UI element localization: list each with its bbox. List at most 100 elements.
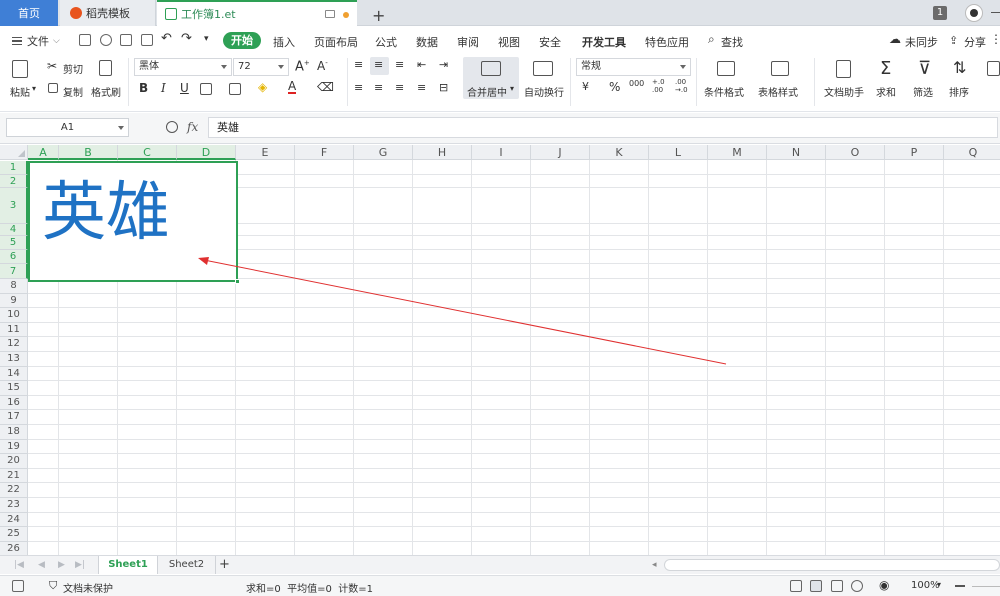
add-sheet-button[interactable]: +: [219, 557, 230, 573]
first-sheet-icon[interactable]: |◀: [14, 560, 24, 570]
row-header-26[interactable]: 26: [0, 541, 28, 555]
indent-decrease-icon[interactable]: ⇤: [417, 58, 426, 71]
sync-status[interactable]: 未同步: [905, 34, 938, 50]
column-header-e[interactable]: E: [236, 145, 295, 160]
increase-font-icon[interactable]: A+: [295, 59, 310, 74]
spreadsheet-grid[interactable]: ABCDEFGHIJKLMNOPQ 1 2 3 4 5 6 7 8 9 10 11 12 13 14 15 1…: [0, 145, 1000, 555]
tab-formulas[interactable]: 公式: [375, 34, 397, 50]
column-header-n[interactable]: N: [767, 145, 826, 160]
copy-button[interactable]: 复制: [63, 84, 83, 99]
tab-data[interactable]: 数据: [416, 34, 438, 50]
row-header-16[interactable]: 16: [0, 395, 28, 411]
redo-icon[interactable]: ↷: [181, 31, 192, 46]
column-header-g[interactable]: G: [354, 145, 413, 160]
row-header-19[interactable]: 19: [0, 439, 28, 455]
next-sheet-icon[interactable]: ▶: [58, 560, 65, 570]
merged-cell-a1-d7[interactable]: 英雄: [28, 161, 240, 284]
formula-input[interactable]: 英雄: [208, 117, 998, 138]
tab-template[interactable]: 稻壳模板: [60, 0, 156, 26]
font-name-select[interactable]: 黑体: [134, 58, 232, 76]
search-icon[interactable]: ⌕: [708, 32, 715, 47]
row-header-6[interactable]: 6: [0, 250, 28, 264]
row-header-2[interactable]: 2: [0, 175, 28, 188]
column-header-a[interactable]: A: [28, 145, 59, 160]
row-header-7[interactable]: 7: [0, 264, 28, 279]
cut-button[interactable]: 剪切: [63, 61, 83, 76]
align-left-icon[interactable]: ≡: [354, 81, 363, 94]
format-painter-button[interactable]: 格式刷: [91, 84, 121, 99]
cell-style-icon[interactable]: [229, 83, 241, 95]
merge-dropdown-icon[interactable]: ▾: [510, 84, 514, 93]
monitor-icon[interactable]: [325, 10, 335, 18]
paste-dropdown-icon[interactable]: ▾: [32, 84, 36, 93]
row-header-12[interactable]: 12: [0, 337, 28, 352]
page-break-view-icon[interactable]: [831, 580, 843, 592]
column-header-i[interactable]: I: [472, 145, 531, 160]
format-icon[interactable]: [987, 61, 1000, 76]
more-icon[interactable]: ⋮: [990, 32, 1000, 46]
print-icon[interactable]: [120, 34, 132, 46]
thousands-icon[interactable]: 000: [629, 79, 644, 88]
zoom-level[interactable]: 100%: [911, 580, 940, 591]
filter-button[interactable]: 筛选: [913, 84, 933, 99]
zoom-dropdown-icon[interactable]: ▾: [937, 580, 941, 589]
column-header-f[interactable]: F: [295, 145, 354, 160]
paste-button[interactable]: 粘贴: [10, 84, 30, 99]
tab-page-layout[interactable]: 页面布局: [314, 34, 358, 50]
decrease-decimal-icon[interactable]: .00 →.0: [675, 78, 688, 94]
number-format-select[interactable]: 常规: [576, 58, 691, 76]
tab-view[interactable]: 视图: [498, 34, 520, 50]
row-header-23[interactable]: 23: [0, 498, 28, 513]
tab-start[interactable]: 开始: [223, 32, 261, 49]
search-label[interactable]: 查找: [721, 34, 743, 50]
row-header-9[interactable]: 9: [0, 293, 28, 309]
align-top-icon[interactable]: ≡: [354, 58, 363, 71]
column-header-o[interactable]: O: [826, 145, 885, 160]
minimize-icon[interactable]: [991, 12, 1000, 13]
align-bottom-icon[interactable]: ≡: [395, 58, 404, 71]
export-icon[interactable]: [100, 34, 112, 46]
quick-access-dropdown-icon[interactable]: ▾: [204, 34, 209, 44]
tab-insert[interactable]: 插入: [273, 34, 295, 50]
fill-color-icon[interactable]: ◈: [258, 80, 267, 94]
tab-developer[interactable]: 开发工具: [582, 34, 626, 50]
tab-home[interactable]: 首页: [0, 0, 58, 26]
sheet-view-icon[interactable]: [12, 580, 24, 592]
row-header-10[interactable]: 10: [0, 308, 28, 323]
column-header-k[interactable]: K: [590, 145, 649, 160]
last-sheet-icon[interactable]: ▶|: [75, 560, 85, 570]
fullscreen-icon[interactable]: [790, 580, 802, 592]
column-header-p[interactable]: P: [885, 145, 944, 160]
column-header-q[interactable]: Q: [944, 145, 1000, 160]
row-header-18[interactable]: 18: [0, 425, 28, 440]
zoom-out-icon[interactable]: [955, 585, 965, 587]
column-header-l[interactable]: L: [649, 145, 708, 160]
decrease-font-icon[interactable]: A-: [317, 59, 328, 73]
magnifier-icon[interactable]: [166, 121, 178, 133]
row-header-17[interactable]: 17: [0, 410, 28, 425]
tab-special-apps[interactable]: 特色应用: [645, 34, 689, 50]
row-header-15[interactable]: 15: [0, 381, 28, 396]
percent-icon[interactable]: %: [609, 80, 620, 94]
align-center-icon[interactable]: ≡: [374, 81, 383, 94]
fill-handle[interactable]: [235, 279, 240, 284]
column-header-m[interactable]: M: [708, 145, 767, 160]
row-header-21[interactable]: 21: [0, 468, 28, 484]
clear-format-icon[interactable]: ⌫: [317, 80, 334, 94]
file-menu[interactable]: 文件 ⌵: [12, 33, 60, 49]
undo-icon[interactable]: ↶: [161, 31, 172, 46]
column-header-c[interactable]: C: [118, 145, 177, 160]
window-count-badge[interactable]: 1: [933, 6, 947, 20]
column-header-j[interactable]: J: [531, 145, 590, 160]
sort-button[interactable]: 排序: [949, 84, 969, 99]
row-header-4[interactable]: 4: [0, 224, 28, 236]
indent-increase-icon[interactable]: ⇥: [439, 58, 448, 71]
row-header-3[interactable]: 3: [0, 188, 28, 224]
increase-decimal-icon[interactable]: +.0.00: [652, 78, 665, 94]
italic-button[interactable]: I: [161, 81, 166, 95]
column-header-b[interactable]: B: [59, 145, 118, 160]
distributed-icon[interactable]: ⊟: [439, 81, 448, 94]
zoom-slider[interactable]: [972, 586, 1000, 587]
bold-button[interactable]: B: [139, 81, 148, 95]
select-all-corner[interactable]: [0, 145, 28, 160]
